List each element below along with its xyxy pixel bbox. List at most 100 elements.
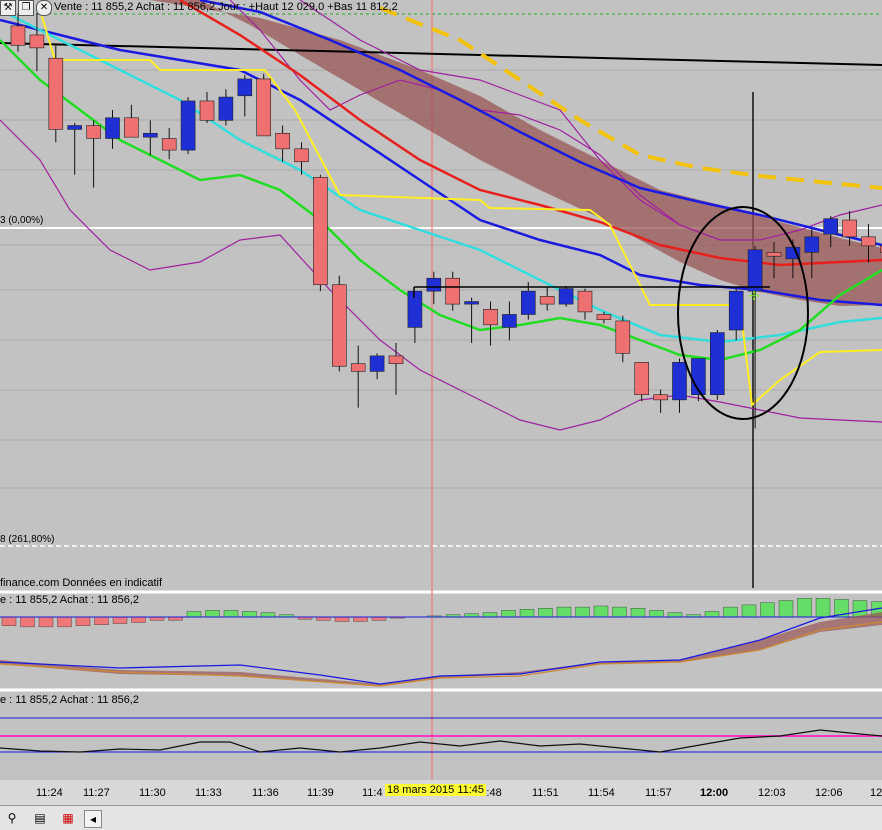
macd-histogram-bar [21,617,35,627]
list-icon[interactable]: ▤ [32,810,48,826]
candle-body [805,237,819,253]
candle-body [710,333,724,395]
candle-body [276,133,290,149]
candle-body [616,321,630,353]
macd-histogram-bar [95,617,109,625]
time-axis-label: 12:06 [815,787,843,799]
time-axis-label: 12 [870,787,882,799]
link-icon[interactable]: ⚲ [4,810,20,826]
candle-body [313,177,327,284]
candle-body [238,79,252,96]
macd-histogram-bar [668,613,682,617]
time-axis-label: 11:54 [588,787,615,799]
candle-body [106,118,120,139]
candle-body [673,362,687,400]
time-axis-label: 12:00 [700,787,728,799]
settings-icon[interactable]: ▦ [60,810,76,826]
macd-histogram-bar [187,612,201,618]
macd-histogram-bar [520,609,534,617]
candle-body [295,149,309,162]
macd-histogram-bar [502,610,516,617]
candle-body [200,101,214,120]
candle-body [257,79,271,136]
macd-histogram-bar [58,617,72,627]
macd-histogram-bar [224,610,238,617]
candle-body [68,126,82,130]
macd-histogram-bar [816,598,830,617]
candle-body [181,101,195,150]
candle-body [862,237,876,246]
candle-body [370,356,384,372]
macd-histogram-bar [557,607,571,617]
macd-histogram-bar [779,601,793,618]
time-axis-label: 12:03 [758,787,786,799]
macd-histogram-bar [243,612,257,618]
candle-body [427,278,441,291]
candle-body [635,362,649,394]
candle-body [30,35,44,48]
scroll-left-icon[interactable]: ◂ [84,810,102,828]
time-axis-label: 11:39 [307,787,334,799]
candle-body [767,252,781,256]
oscillator-panel-label: e : 11 855,2 Achat : 11 856,2 [0,694,139,706]
window-icon[interactable]: ❐ [18,0,34,16]
fib-label-261: 8 (261,80%) [0,534,54,545]
candle-body [143,133,157,137]
macd-histogram-bar [539,608,553,617]
time-axis-label: 11:24 [36,787,63,799]
macd-histogram-bar [798,598,812,617]
macd-histogram-bar [724,607,738,617]
candle-body [484,309,498,325]
candle-body [559,289,573,305]
candle-body [124,118,138,137]
time-axis-label: 11:36 [252,787,279,799]
macd-histogram-bar [261,613,275,617]
cross-marker: ✢ [749,289,759,303]
macd-histogram-bar [132,617,146,623]
time-axis-label: 11:4 [362,787,383,799]
time-axis-label: 11:30 [139,787,166,799]
chart-toolbar: ⚒ ❐ ✕ [0,0,52,16]
macd-histogram-bar [576,607,590,617]
time-axis-label: 11:51 [532,787,559,799]
macd-histogram-bar [761,603,775,617]
time-axis-label: 11:27 [83,787,110,799]
candle-body [540,296,554,304]
macd-histogram-bar [483,613,497,617]
candle-body [824,219,838,235]
quote-header: Vente : 11 855,2 Achat : 11 856,2 Jour :… [54,1,398,13]
close-icon[interactable]: ✕ [36,0,52,16]
macd-histogram-bar [650,610,664,617]
wrench-icon[interactable]: ⚒ [0,0,16,16]
candle-body [597,314,611,319]
crosshair-time-tag: 18 mars 2015 11:45 [385,784,486,796]
candle-body [729,291,743,330]
candle-body [843,220,857,237]
candle-body [87,126,101,139]
candle-body [654,395,668,400]
candle-body [446,278,460,304]
macd-histogram-bar [705,612,719,618]
fib-label-0: 3 (0,00%) [0,215,43,226]
candle-body [332,285,346,367]
macd-histogram-bar [76,617,90,626]
time-axis-label: 11:57 [645,787,672,799]
macd-histogram-bar [206,610,220,617]
candle-body [748,250,762,291]
time-axis-label: 11:33 [195,787,222,799]
candle-body [389,356,403,364]
macd-histogram-bar [39,617,53,627]
macd-histogram-bar [613,607,627,617]
macd-histogram-bar [354,617,368,621]
candle-body [351,364,365,372]
macd-histogram-bar [113,617,127,624]
macd-histogram-bar [2,617,16,626]
source-note: finance.com Données en indicatif [0,577,162,589]
macd-histogram-bar [853,601,867,618]
macd-histogram-bar [742,605,756,617]
macd-histogram-bar [335,617,349,621]
candle-body [578,291,592,312]
candle-body [408,291,422,327]
candle-body [162,138,176,150]
macd-histogram-bar [631,608,645,617]
